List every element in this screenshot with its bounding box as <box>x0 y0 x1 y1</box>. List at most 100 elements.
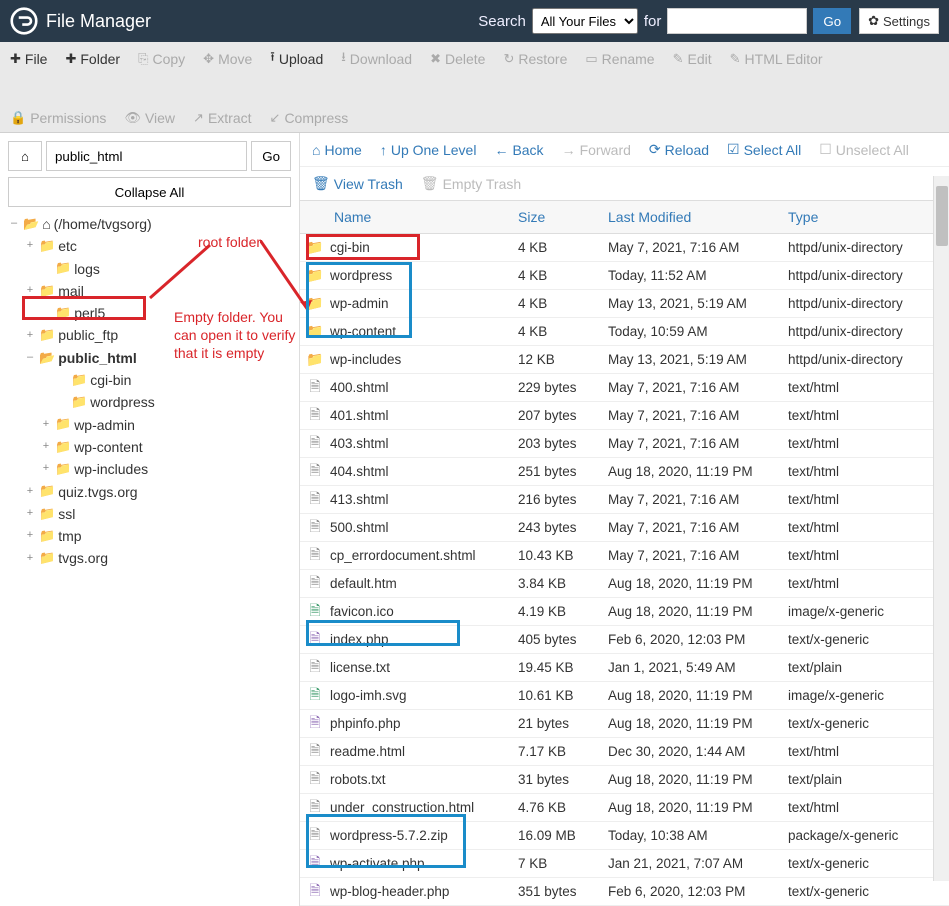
expand-icon[interactable]: + <box>24 551 36 567</box>
file-name: index.php <box>330 628 510 651</box>
copy-icon: ⎘ <box>138 51 148 67</box>
file-row[interactable]: 📁wordpress4 KBToday, 11:52 AMhttpd/unix-… <box>300 262 949 290</box>
file-name: wp-admin <box>330 292 510 315</box>
expand-icon[interactable]: + <box>40 439 52 455</box>
file-size: 243 bytes <box>510 516 600 539</box>
file-row[interactable]: 🗎413.shtml216 bytesMay 7, 2021, 7:16 AMt… <box>300 486 949 514</box>
expand-icon[interactable]: + <box>24 506 36 522</box>
tree-item-wp-content[interactable]: +📁wp-content <box>8 436 291 458</box>
tree-item-tvgs.org[interactable]: +📁tvgs.org <box>8 547 291 569</box>
tree-item-wordpress[interactable]: 📁wordpress <box>8 391 291 413</box>
file-row[interactable]: 🗎400.shtml229 bytesMay 7, 2021, 7:16 AMt… <box>300 374 949 402</box>
file-name: wp-blog-header.php <box>330 880 510 903</box>
col-type[interactable]: Type <box>780 201 949 233</box>
col-modified[interactable]: Last Modified <box>600 201 780 233</box>
expand-icon[interactable]: + <box>40 461 52 477</box>
nav-row-2: 🗑View Trash🗑Empty Trash <box>300 167 949 201</box>
file-row[interactable]: 🗎404.shtml251 bytesAug 18, 2020, 11:19 P… <box>300 458 949 486</box>
table-header[interactable]: Name Size Last Modified Type <box>300 201 949 234</box>
nav-select-all[interactable]: ☑Select All <box>727 141 801 158</box>
file-row[interactable]: 🗎index.php405 bytesFeb 6, 2020, 12:03 PM… <box>300 626 949 654</box>
file-row[interactable]: 🗎403.shtml203 bytesMay 7, 2021, 7:16 AMt… <box>300 430 949 458</box>
nav-back[interactable]: ←Back <box>494 141 543 158</box>
nav-view-trash[interactable]: 🗑View Trash <box>312 175 403 192</box>
expand-icon[interactable]: – <box>8 216 20 232</box>
file-mime: image/x-generic <box>780 684 949 707</box>
file-type-icon: 🗎 <box>300 768 330 792</box>
tree-item-perl5[interactable]: 📁perl5 <box>8 302 291 324</box>
file-row[interactable]: 🗎under_construction.html4.76 KBAug 18, 2… <box>300 794 949 822</box>
tree-item-quiz.tvgs.org[interactable]: +📁quiz.tvgs.org <box>8 481 291 503</box>
path-go-button[interactable]: Go <box>251 141 291 171</box>
tree-item-public_ftp[interactable]: +📁public_ftp <box>8 324 291 346</box>
file-type-icon: 🗎 <box>300 628 330 652</box>
file-row[interactable]: 🗎401.shtml207 bytesMay 7, 2021, 7:16 AMt… <box>300 402 949 430</box>
tree-item-wp-admin[interactable]: +📁wp-admin <box>8 414 291 436</box>
tool-upload[interactable]: ⭱Upload <box>270 48 323 70</box>
expand-icon[interactable]: + <box>24 484 36 500</box>
file-row[interactable]: 🗎readme.html7.17 KBDec 30, 2020, 1:44 AM… <box>300 738 949 766</box>
file-row[interactable]: 🗎logo-imh.svg10.61 KBAug 18, 2020, 11:19… <box>300 682 949 710</box>
file-size: 7 KB <box>510 852 600 875</box>
file-row[interactable]: 🗎wp-blog-header.php351 bytesFeb 6, 2020,… <box>300 878 949 906</box>
file-row[interactable]: 🗎500.shtml243 bytesMay 7, 2021, 7:16 AMt… <box>300 514 949 542</box>
search-go-button[interactable]: Go <box>813 8 851 34</box>
file-row[interactable]: 📁wp-content4 KBToday, 10:59 AMhttpd/unix… <box>300 318 949 346</box>
path-input[interactable] <box>46 141 247 171</box>
file-size: 4 KB <box>510 264 600 287</box>
expand-icon[interactable]: + <box>24 328 36 344</box>
tree-item-tmp[interactable]: +📁tmp <box>8 525 291 547</box>
tree-item-cgi-bin[interactable]: 📁cgi-bin <box>8 369 291 391</box>
file-row[interactable]: 🗎cp_errordocument.shtml10.43 KBMay 7, 20… <box>300 542 949 570</box>
file-row[interactable]: 🗎robots.txt31 bytesAug 18, 2020, 11:19 P… <box>300 766 949 794</box>
collapse-all-button[interactable]: Collapse All <box>8 177 291 207</box>
unsel-icon: ☐ <box>819 141 832 158</box>
file-row[interactable]: 🗎wordpress-5.7.2.zip16.09 MBToday, 10:38… <box>300 822 949 850</box>
tool-file[interactable]: ✚File <box>10 51 47 67</box>
tree-item-mail[interactable]: +📁mail <box>8 280 291 302</box>
file-type-icon: 🗎 <box>300 824 330 848</box>
folder-icon: 📁 <box>39 482 55 501</box>
nav-home[interactable]: ⌂Home <box>312 141 362 158</box>
tree-item-public_html[interactable]: –📂public_html <box>8 347 291 369</box>
tree-item-wp-includes[interactable]: +📁wp-includes <box>8 458 291 480</box>
search-input[interactable] <box>667 8 807 34</box>
file-mime: text/html <box>780 488 949 511</box>
file-row[interactable]: 🗎default.htm3.84 KBAug 18, 2020, 11:19 P… <box>300 570 949 598</box>
file-row[interactable]: 🗎favicon.ico4.19 KBAug 18, 2020, 11:19 P… <box>300 598 949 626</box>
tree-item-ssl[interactable]: +📁ssl <box>8 503 291 525</box>
file-row[interactable]: 📁wp-admin4 KBMay 13, 2021, 5:19 AMhttpd/… <box>300 290 949 318</box>
col-size[interactable]: Size <box>510 201 600 233</box>
scrollbar[interactable] <box>933 176 949 881</box>
file-row[interactable]: 🗎license.txt19.45 KBJan 1, 2021, 5:49 AM… <box>300 654 949 682</box>
file-row[interactable]: 🗎phpinfo.php21 bytesAug 18, 2020, 11:19 … <box>300 710 949 738</box>
nav-reload[interactable]: ⟳Reload <box>649 141 709 158</box>
file-mime: text/html <box>780 572 949 595</box>
tree-root-label: (/home/tvgsorg) <box>54 214 152 234</box>
tree-item-etc[interactable]: +📁etc <box>8 235 291 257</box>
col-name[interactable]: Name <box>300 201 510 233</box>
tree-root[interactable]: – 📂 ⌂ (/home/tvgsorg) <box>8 213 291 235</box>
scrollbar-thumb[interactable] <box>936 186 948 246</box>
file-row[interactable]: 🗎wp-activate.php7 KBJan 21, 2021, 7:07 A… <box>300 850 949 878</box>
tool-folder[interactable]: ✚Folder <box>65 51 120 67</box>
tree-item-logs[interactable]: 📁logs <box>8 258 291 280</box>
expand-icon[interactable]: + <box>24 283 36 299</box>
settings-button[interactable]: ✿Settings <box>859 8 939 34</box>
search-scope-select[interactable]: All Your Files <box>532 8 638 34</box>
home-path-button[interactable]: ⌂ <box>8 141 42 171</box>
file-row[interactable]: 📁cgi-bin4 KBMay 7, 2021, 7:16 AMhttpd/un… <box>300 234 949 262</box>
expand-icon[interactable]: – <box>24 350 36 366</box>
app-title: File Manager <box>46 11 151 32</box>
file-size: 10.43 KB <box>510 544 600 567</box>
file-modified: Aug 18, 2020, 11:19 PM <box>600 796 780 819</box>
file-size: 10.61 KB <box>510 684 600 707</box>
tool-rename: ▭Rename <box>585 51 654 67</box>
expand-icon[interactable]: + <box>24 528 36 544</box>
expand-icon[interactable]: + <box>40 417 52 433</box>
expand-icon[interactable]: + <box>24 238 36 254</box>
file-type-icon: 🗎 <box>300 432 330 456</box>
nav-up-one-level[interactable]: ↑Up One Level <box>380 141 477 158</box>
file-modified: Aug 18, 2020, 11:19 PM <box>600 572 780 595</box>
file-row[interactable]: 📁wp-includes12 KBMay 13, 2021, 5:19 AMht… <box>300 346 949 374</box>
